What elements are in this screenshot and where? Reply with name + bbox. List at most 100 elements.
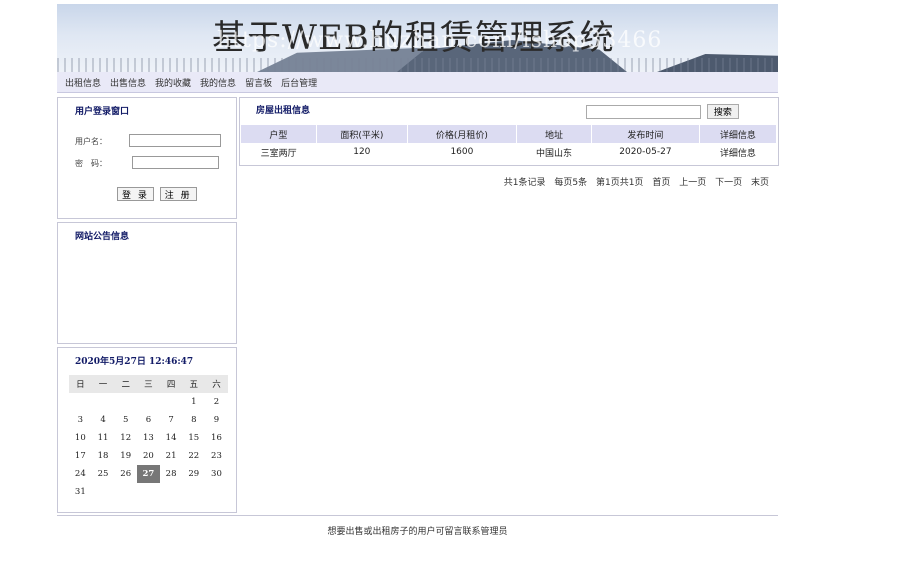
- calendar-day[interactable]: 22: [182, 447, 205, 465]
- cell-price: 1600: [450, 147, 474, 157]
- login-panel: 用户登录窗口 用户名： 密 码： 登 录 注 册: [57, 97, 237, 219]
- page-wrapper: 基于WEB的租赁管理系统 https://www.huzhan.com/isho…: [57, 4, 779, 537]
- calendar-grid: 日 一 二 三 四 五 六 1 2 3 4 5 6 7 8 9 10 11 12 13 14 15 16 17 1…: [69, 375, 228, 501]
- pager-first[interactable]: 首页: [652, 178, 670, 188]
- calendar-day[interactable]: 14: [160, 429, 183, 447]
- calendar-week-row: 10 11 12 13 14 15 16: [69, 429, 228, 447]
- calendar-day[interactable]: 5: [114, 411, 137, 429]
- password-label: 密 码：: [75, 159, 107, 168]
- calendar-days: 1 2 3 4 5 6 7 8 9 10 11 12 13 14 15 16 17 18 19 20 21 22 23 24 2…: [69, 393, 228, 501]
- column-header: 发布时间: [591, 125, 700, 143]
- username-input[interactable]: [129, 134, 221, 147]
- column-header: 户型: [241, 125, 317, 143]
- calendar-day[interactable]: 29: [182, 465, 205, 483]
- cell-address: 中国山东: [536, 148, 573, 159]
- calendar-day[interactable]: 13: [137, 429, 160, 447]
- cell-date: 2020-05-27: [619, 147, 672, 157]
- calendar-day: [114, 393, 137, 411]
- calendar-day[interactable]: 1: [182, 393, 205, 411]
- calendar-day[interactable]: 24: [69, 465, 92, 483]
- weekday-cell: 日: [69, 375, 92, 393]
- search-bar: 搜索: [586, 104, 739, 119]
- main-nav: 出租信息 出售信息 我的收藏 我的信息 留言板 后台管理: [57, 72, 778, 93]
- login-panel-title: 用户登录窗口: [75, 107, 130, 117]
- weekday-cell: 三: [137, 375, 160, 393]
- nav-admin[interactable]: 后台管理: [281, 76, 317, 89]
- calendar-day[interactable]: 7: [160, 411, 183, 429]
- calendar-day[interactable]: 3: [69, 411, 92, 429]
- nav-message-board[interactable]: 留言板: [245, 76, 272, 89]
- calendar-week-row: 24 25 26 27 28 29 30: [69, 465, 228, 483]
- calendar-week-row: 17 18 19 20 21 22 23: [69, 447, 228, 465]
- cell-details: 详细信息: [699, 143, 776, 161]
- calendar-day: [137, 393, 160, 411]
- calendar-datetime: 2020年5月27日 12:46:47: [75, 357, 194, 367]
- username-row: 用户名：: [75, 134, 221, 147]
- calendar-day[interactable]: 10: [69, 429, 92, 447]
- pager-per-page: 每页5条: [554, 178, 588, 188]
- calendar-day: [92, 483, 115, 501]
- calendar-day[interactable]: 26: [114, 465, 137, 483]
- calendar-day[interactable]: 23: [205, 447, 228, 465]
- login-button[interactable]: 登 录: [117, 187, 154, 201]
- watermark: https://www.huzhan.com/ishop33466: [217, 28, 663, 53]
- calendar-day[interactable]: 28: [160, 465, 183, 483]
- calendar-day[interactable]: 16: [205, 429, 228, 447]
- nav-favorites[interactable]: 我的收藏: [155, 76, 191, 89]
- calendar-day[interactable]: 12: [114, 429, 137, 447]
- nav-sale-info[interactable]: 出售信息: [110, 76, 146, 89]
- calendar-day: [160, 393, 183, 411]
- calendar-day[interactable]: 11: [92, 429, 115, 447]
- nav-my-info[interactable]: 我的信息: [200, 76, 236, 89]
- password-input[interactable]: [132, 156, 219, 169]
- calendar-day[interactable]: 17: [69, 447, 92, 465]
- calendar-day: [182, 483, 205, 501]
- notice-panel: 网站公告信息: [57, 222, 237, 344]
- calendar-day[interactable]: 19: [114, 447, 137, 465]
- register-button[interactable]: 注 册: [159, 187, 197, 201]
- login-buttons: 登 录 注 册: [117, 187, 200, 201]
- calendar-weekday-row: 日 一 二 三 四 五 六: [69, 375, 228, 393]
- column-header: 地址: [516, 125, 593, 143]
- pager-last[interactable]: 末页: [751, 178, 769, 188]
- calendar-day[interactable]: 9: [205, 411, 228, 429]
- search-input[interactable]: [586, 104, 701, 119]
- calendar-day: [160, 483, 183, 501]
- calendar-panel: 2020年5月27日 12:46:47 日 一 二 三 四 五 六 123456…: [57, 347, 237, 513]
- weekday-cell: 二: [114, 375, 138, 393]
- calendar-week-row: 31: [69, 483, 228, 501]
- calendar-day[interactable]: 18: [92, 447, 115, 465]
- weekday-cell: 五: [182, 375, 206, 393]
- notice-panel-title: 网站公告信息: [75, 232, 130, 242]
- calendar-day[interactable]: 27: [137, 465, 160, 483]
- rental-listing-panel: 房屋出租信息 搜索 户型 面积(平米) 价格(月租价) 地址 发布时间 详细信息…: [239, 97, 779, 166]
- header-banner: 基于WEB的租赁管理系统 https://www.huzhan.com/isho…: [57, 4, 778, 72]
- calendar-day[interactable]: 4: [92, 411, 115, 429]
- calendar-week-row: 12: [69, 393, 228, 411]
- calendar-day[interactable]: 15: [182, 429, 205, 447]
- pager-prev[interactable]: 上一页: [679, 178, 706, 188]
- calendar-day[interactable]: 2: [205, 393, 228, 411]
- weekday-cell: 四: [159, 375, 183, 393]
- column-header: 详细信息: [699, 125, 778, 143]
- pager-total: 共1条记录: [503, 178, 546, 188]
- table-row: 三室两厅 120 1600 中国山东 2020-05-27 详细信息: [241, 143, 777, 161]
- calendar-day: [137, 483, 160, 501]
- calendar-week-row: 3456789: [69, 411, 228, 429]
- nav-rent-info[interactable]: 出租信息: [65, 76, 101, 89]
- calendar-day: [92, 393, 115, 411]
- listing-title: 房屋出租信息: [256, 106, 311, 116]
- calendar-day[interactable]: 25: [92, 465, 115, 483]
- search-button[interactable]: 搜索: [706, 104, 739, 119]
- calendar-day[interactable]: 20: [137, 447, 160, 465]
- calendar-day[interactable]: 30: [205, 465, 228, 483]
- listing-table: 户型 面积(平米) 价格(月租价) 地址 发布时间 详细信息 三室两厅 120 …: [241, 125, 778, 161]
- calendar-day[interactable]: 6: [137, 411, 160, 429]
- weekday-cell: 六: [205, 375, 228, 393]
- pager-next[interactable]: 下一页: [715, 178, 742, 188]
- details-link[interactable]: 详细信息: [720, 149, 756, 159]
- calendar-day[interactable]: 31: [69, 483, 92, 501]
- calendar-day[interactable]: 21: [160, 447, 183, 465]
- cell-area: 120: [353, 147, 371, 157]
- calendar-day[interactable]: 8: [182, 411, 205, 429]
